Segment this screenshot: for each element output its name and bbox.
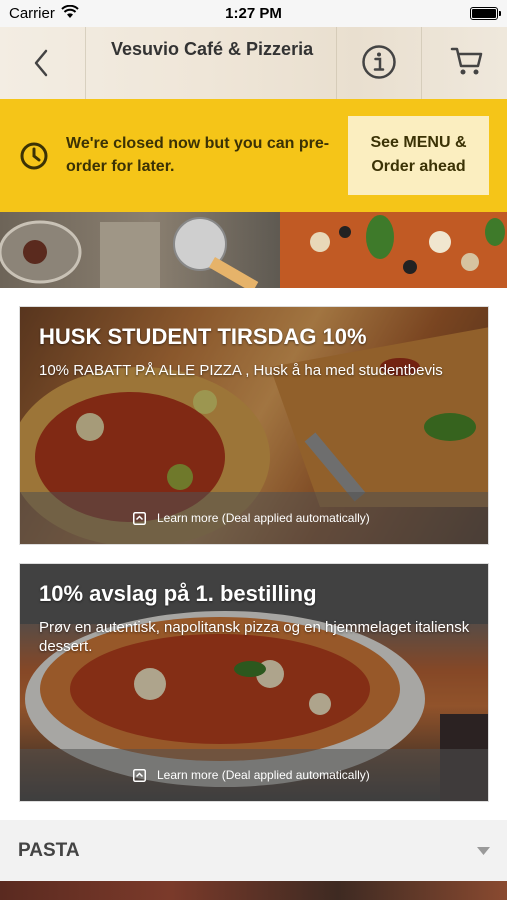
- deal-card[interactable]: 10% avslag på 1. bestilling Prøv en aute…: [19, 563, 489, 802]
- expand-icon: [133, 512, 146, 525]
- deal-description: 10% RABATT PÅ ALLE PIZZA , Husk å ha med…: [39, 362, 443, 379]
- see-menu-button[interactable]: See MENU & Order ahead: [348, 116, 489, 195]
- clock-time: 1:27 PM: [225, 5, 282, 22]
- expand-icon: [133, 769, 146, 782]
- restaurant-title-cell: Vesuvio Café & Pizzeria: [86, 27, 337, 99]
- deal-footer[interactable]: Learn more (Deal applied automatically): [20, 492, 488, 544]
- nav-header: Vesuvio Café & Pizzeria: [0, 27, 507, 99]
- chevron-down-icon: [477, 847, 490, 855]
- page-title: Vesuvio Café & Pizzeria: [111, 39, 314, 59]
- chevron-left-icon: [34, 49, 48, 77]
- info-button[interactable]: [337, 27, 422, 99]
- deal-title: 10% avslag på 1. bestilling: [39, 581, 317, 606]
- closed-banner: We're closed now but you can pre-order f…: [0, 99, 507, 212]
- category-pasta[interactable]: PASTA: [0, 820, 507, 881]
- deal-learn-more[interactable]: Learn more (Deal applied automatically): [157, 511, 370, 525]
- clock-icon: [20, 142, 48, 170]
- food-photo: [0, 212, 507, 288]
- deals-list: HUSK STUDENT TIRSDAG 10% 10% RABATT PÅ A…: [0, 288, 507, 820]
- deal-learn-more[interactable]: Learn more (Deal applied automatically): [157, 768, 370, 782]
- category-label: PASTA: [18, 840, 80, 861]
- back-button[interactable]: [0, 27, 86, 99]
- battery-icon: [470, 7, 501, 20]
- cart-button[interactable]: [422, 27, 507, 99]
- closed-message: We're closed now but you can pre-order f…: [66, 135, 330, 175]
- deal-footer[interactable]: Learn more (Deal applied automatically): [20, 749, 488, 801]
- status-bar: Carrier 1:27 PM: [0, 0, 507, 27]
- deal-description: Prøv en autentisk, napolitansk pizza og …: [39, 619, 470, 655]
- cart-icon: [450, 47, 483, 75]
- next-category-image: [0, 881, 507, 900]
- hero-image: [0, 212, 507, 288]
- deal-title: HUSK STUDENT TIRSDAG 10%: [39, 324, 367, 349]
- deal-card[interactable]: HUSK STUDENT TIRSDAG 10% 10% RABATT PÅ A…: [19, 306, 489, 545]
- info-icon: [362, 45, 396, 79]
